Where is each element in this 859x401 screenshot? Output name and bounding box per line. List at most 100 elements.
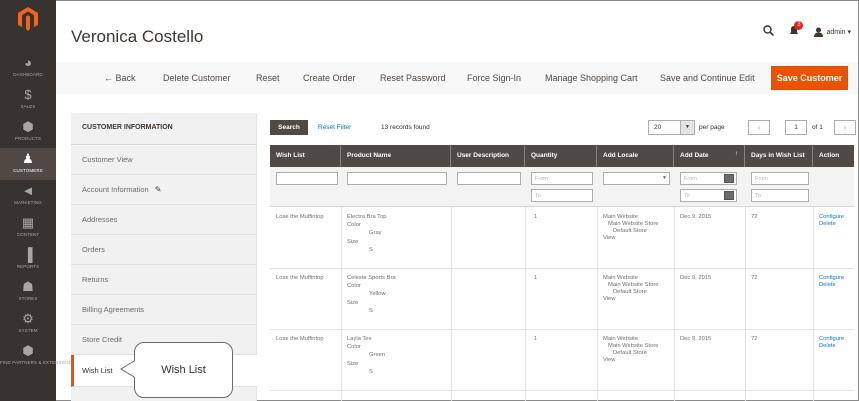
nav-item-label: MARKETING bbox=[14, 200, 42, 205]
grid-filter-row: From To ▼ From To From To bbox=[270, 167, 854, 207]
save-customer-button[interactable]: Save Customer bbox=[771, 66, 848, 90]
next-page-button[interactable]: › bbox=[834, 120, 856, 135]
magento-logo[interactable] bbox=[0, 0, 56, 38]
manage-shopping-cart-button[interactable]: Manage Shopping Cart bbox=[545, 73, 638, 83]
cell-quantity: 1 bbox=[534, 275, 538, 281]
delete-link[interactable]: Delete bbox=[819, 343, 836, 351]
admin-nav: ◕ DASHBOARD $ SALES ⬢ PRODUCTS ♟ CUSTOMERS ◄ MARK… bbox=[0, 0, 73, 401]
nav-item-label: SYSTEM bbox=[18, 328, 38, 333]
tab-addresses[interactable]: Addresses bbox=[71, 205, 257, 235]
tab-account-information[interactable]: Account Information ✎ bbox=[71, 175, 257, 205]
cell-add-date: Dec 9, 2015 bbox=[680, 275, 712, 281]
tab-label: Customer View bbox=[82, 155, 133, 164]
admin-user-menu[interactable]: admin ▾ bbox=[814, 27, 851, 37]
save-and-continue-button[interactable]: Save and Continue Edit bbox=[660, 73, 755, 83]
cell-option-value: Gray bbox=[369, 230, 382, 236]
cell-add-date: Dec 9, 2015 bbox=[680, 336, 712, 342]
cell-option-label: Size bbox=[347, 361, 359, 367]
nav-item-find[interactable]: ⬢ FIND PARTNERS & EXTENSIONS bbox=[0, 340, 73, 372]
notifications-bell-icon[interactable]: 3 bbox=[788, 21, 804, 39]
cell-add-date: Dec 9, 2015 bbox=[680, 214, 712, 220]
filter-quantity-from-input[interactable]: From bbox=[531, 172, 593, 185]
tab-billing-agreements[interactable]: Billing Agreements bbox=[71, 295, 257, 325]
tab-label: Addresses bbox=[82, 215, 118, 224]
table-row: Lose the Muffintop Electra Bra Top Color Gr… bbox=[270, 208, 854, 269]
tab-returns[interactable]: Returns bbox=[71, 265, 257, 295]
column-header-quantity[interactable]: Quantity bbox=[525, 145, 597, 167]
previous-page-button[interactable]: ‹ bbox=[748, 120, 770, 135]
filter-product-name-input[interactable] bbox=[347, 172, 447, 185]
delete-customer-button[interactable]: Delete Customer bbox=[163, 73, 231, 83]
dashboard-icon: ◕ bbox=[24, 55, 32, 70]
cell-add-locale: View bbox=[603, 235, 616, 241]
nav-item-stores[interactable]: ☗ STORES bbox=[0, 276, 56, 308]
reset-filter-link[interactable]: Reset Filter bbox=[318, 124, 351, 131]
column-header-days-in-wish-list[interactable]: Days in Wish List bbox=[745, 145, 813, 167]
content-icon: ▦ bbox=[21, 215, 35, 230]
cell-product-name: Celeste Sports Bra bbox=[347, 275, 396, 281]
column-header-wish-list[interactable]: Wish List bbox=[270, 145, 341, 167]
nav-item-label: CUSTOMERS bbox=[13, 168, 43, 173]
search-icon[interactable] bbox=[763, 25, 775, 39]
filter-date-to-input[interactable]: To bbox=[680, 189, 737, 202]
nav-item-label: SALES bbox=[20, 104, 36, 109]
tab-customer-view[interactable]: Customer View bbox=[71, 145, 257, 175]
cell-option-label: Color bbox=[347, 222, 361, 228]
column-header-add-locale[interactable]: Add Locale bbox=[597, 145, 674, 167]
force-signin-button[interactable]: Force Sign-In bbox=[467, 73, 521, 83]
tab-orders[interactable]: Orders bbox=[71, 235, 257, 265]
customers-icon: ♟ bbox=[22, 151, 34, 166]
cell-add-locale: Default Store bbox=[613, 289, 647, 295]
nav-item-sales[interactable]: $ SALES bbox=[0, 84, 56, 116]
calendar-icon[interactable] bbox=[724, 174, 734, 183]
table-row: Lose the Muffintop Celeste Sports Bra Colo… bbox=[270, 269, 854, 330]
per-page-label: per page bbox=[699, 124, 725, 131]
column-header-product-name[interactable]: Product Name bbox=[341, 145, 451, 167]
system-icon: ⚙ bbox=[22, 311, 34, 326]
nav-item-dashboard[interactable]: ◕ DASHBOARD bbox=[0, 52, 56, 84]
cell-quantity: 1 bbox=[534, 336, 538, 342]
tab-label: Wish List bbox=[82, 366, 113, 375]
page-title: Veronica Costello bbox=[71, 27, 204, 46]
filter-quantity-to-input[interactable]: To bbox=[531, 189, 593, 202]
nav-item-label: CONTENT bbox=[16, 232, 40, 237]
nav-item-content[interactable]: ▦ CONTENT bbox=[0, 212, 56, 244]
nav-item-products[interactable]: ⬢ PRODUCTS bbox=[0, 116, 56, 148]
filter-days-to-input[interactable]: To bbox=[751, 189, 809, 202]
nav-item-system[interactable]: ⚙ SYSTEM bbox=[0, 308, 56, 340]
cell-add-locale: View bbox=[603, 357, 616, 363]
nav-item-reports[interactable]: ▐ REPORTS bbox=[0, 244, 56, 276]
reports-icon: ▐ bbox=[23, 247, 33, 262]
reset-button[interactable]: Reset bbox=[256, 73, 280, 83]
page-number-input[interactable]: 1 bbox=[785, 120, 807, 135]
records-found-text: 13 records found bbox=[381, 124, 430, 131]
filter-description-input[interactable] bbox=[457, 172, 521, 185]
back-button[interactable]: ← Back bbox=[104, 73, 136, 83]
filter-date-to-placeholder: To bbox=[684, 193, 690, 199]
cell-option-label: Color bbox=[347, 344, 361, 350]
filter-locale-select[interactable]: ▼ bbox=[603, 172, 670, 185]
marketing-icon: ◄ bbox=[21, 183, 35, 198]
stores-icon: ☗ bbox=[22, 279, 34, 294]
filter-days-from-input[interactable]: From bbox=[751, 172, 809, 185]
delete-link[interactable]: Delete bbox=[819, 282, 836, 290]
column-header-add-date[interactable]: Add Date ↑ bbox=[674, 145, 745, 167]
column-header-user-description[interactable]: User Description bbox=[451, 145, 525, 167]
nav-item-customers[interactable]: ♟ CUSTOMERS bbox=[0, 148, 56, 180]
cell-wish-list: Lose the Muffintop bbox=[276, 214, 324, 220]
filter-wish-list-input[interactable] bbox=[276, 172, 338, 185]
cell-days-in-wish-list: 72 bbox=[751, 336, 758, 342]
nav-item-marketing[interactable]: ◄ MARKETING bbox=[0, 180, 56, 212]
tab-label: Returns bbox=[82, 275, 109, 284]
delete-link[interactable]: Delete bbox=[819, 221, 836, 229]
reset-password-button[interactable]: Reset Password bbox=[380, 73, 446, 83]
filter-date-from-input[interactable]: From bbox=[680, 172, 737, 185]
grid-search-button[interactable]: Search bbox=[270, 120, 308, 135]
per-page-select[interactable]: 20 ▼ bbox=[648, 120, 695, 135]
tabs-heading: CUSTOMER INFORMATION bbox=[71, 113, 257, 145]
create-order-button[interactable]: Create Order bbox=[303, 73, 356, 83]
callout-pointer-fill bbox=[122, 361, 135, 377]
tab-label: Billing Agreements bbox=[82, 305, 145, 314]
calendar-icon[interactable] bbox=[724, 191, 734, 200]
callout-box: Wish List bbox=[134, 342, 233, 398]
